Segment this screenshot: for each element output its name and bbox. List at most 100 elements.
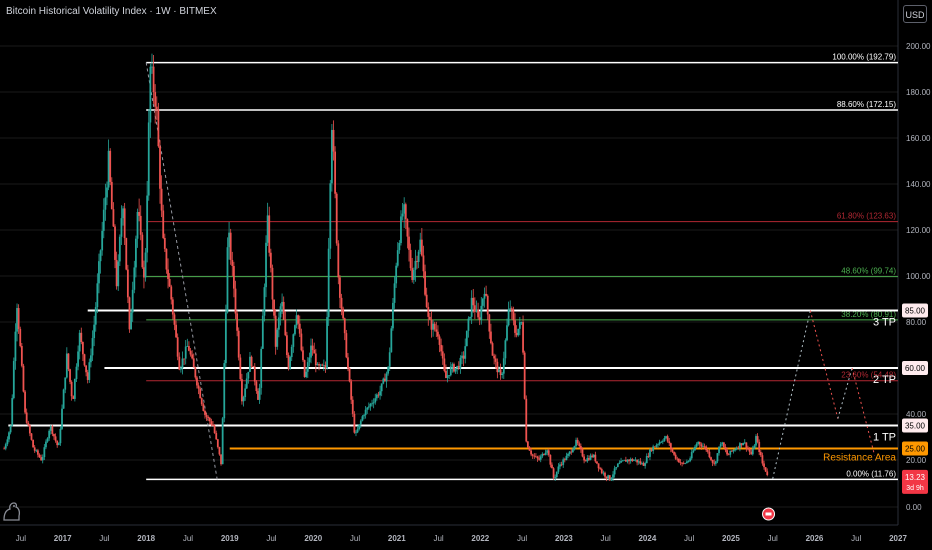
candle-body [636,459,639,463]
x-tick-label: 2019 [221,534,239,543]
candle-body [719,444,722,447]
candle-body [395,265,398,284]
candle-body [424,271,426,295]
candle-body [37,450,39,455]
candle-body [453,364,455,372]
candle-body [290,346,293,358]
candle-body [20,346,23,366]
candle-body [742,442,745,446]
candle-body [306,362,309,372]
candle-body [694,446,696,451]
candle-body [727,454,730,456]
candle-body [449,366,452,376]
candle-body [425,294,428,307]
candle-body [734,449,737,451]
candle-body [28,425,31,434]
candle-body [109,150,112,182]
x-tick-label: 2023 [555,534,573,543]
candle-body [581,449,584,457]
candle-body [387,366,390,374]
candle-body [641,463,643,464]
candle-body [351,399,354,414]
candle-body [687,461,690,462]
candle-body [179,367,182,370]
chart-canvas[interactable]: 100.00% (192.79) 88.60% (172.15) 61.80% (1… [0,0,932,550]
candle-body [624,459,627,462]
currency-button[interactable]: USD [903,5,927,23]
candle-body [339,277,341,298]
candle-body [700,444,703,447]
candle-body [94,307,97,325]
candle-body [531,454,534,456]
candle-body [48,430,51,439]
candle-body [753,445,756,450]
candle-body [748,449,751,452]
candle-body [695,443,698,447]
y-tick-label: 100.00 [906,272,931,281]
candle-body [544,452,547,455]
candle-body [714,461,717,464]
candle-body [673,451,675,455]
candle-body [377,394,380,396]
candle-body [677,458,680,463]
candle-body [375,394,378,399]
candle-body [51,426,54,434]
candle-body [45,441,47,448]
x-tick-label: 2022 [471,534,489,543]
candle-body [204,410,206,415]
candle-body [112,209,115,227]
candle-body [583,456,586,461]
candle-body [568,451,571,455]
candle-body [186,346,189,347]
fib-level-label: 100.00% (192.79) [832,53,896,62]
candle-body [340,297,343,309]
candle-body [292,334,295,347]
candle-body [586,458,589,462]
candle-body [385,373,388,382]
x-tick-label: 2018 [137,534,155,543]
candle-body [32,439,34,448]
candle-body [459,357,462,369]
candle-body [226,247,229,313]
candle-body [592,454,595,458]
candle-body [689,458,692,462]
candle-body [314,353,317,366]
candle-body [133,267,136,290]
candle-body [152,66,155,93]
target-annotation: Resistance Area [823,453,896,464]
candle-body [520,322,523,323]
candle-body [491,343,494,356]
candle-body [750,451,753,455]
candle-body [263,287,266,316]
candle-body [645,456,648,464]
candle-body [224,312,227,364]
candle-body [435,329,438,332]
candle-body [64,377,67,390]
candle-body [252,365,255,367]
candle-body [594,454,597,462]
candle-body [682,462,685,464]
candle-body [523,352,526,399]
candle-body [197,385,200,389]
x-tick-label: 2017 [54,534,72,543]
candle-body [347,357,349,369]
candle-body [358,424,361,430]
candle-body [547,450,550,455]
candle-body [115,259,118,287]
candle-body [597,463,600,469]
candle-body [384,378,386,382]
candle-body [6,439,9,445]
candle-body [631,459,634,461]
candle-body [286,335,288,356]
candle-body [546,450,549,453]
fib-level-label: 88.60% (172.15) [837,100,896,109]
candle-body [218,447,221,455]
candle-body [171,299,174,315]
candle-body [73,379,76,399]
candle-body [751,449,754,455]
candle-body [101,230,104,251]
candle-body [220,454,222,465]
candle-body [318,363,320,366]
candle-body [11,398,14,426]
candle-body [637,461,640,463]
